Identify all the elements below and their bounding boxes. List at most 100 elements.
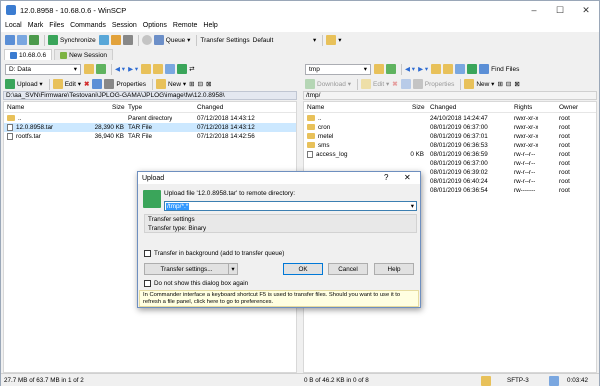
column-size[interactable]: Size [112,104,125,111]
transfer-options-dropdown[interactable]: ▾ [338,34,341,47]
f5-shortcut-hint[interactable]: In Commander interface a keyboard shortc… [139,290,419,307]
download-button[interactable]: Download ▾ [305,78,351,91]
transfer-settings-dropdown[interactable]: ▾ [228,263,238,275]
queue-button[interactable]: Queue ▾ [153,34,190,47]
parent-directory-icon[interactable] [431,64,442,74]
filter-icon[interactable] [386,64,396,74]
remote-directory-select[interactable]: tmp ▾ [305,63,371,75]
local-drive-select[interactable]: D: Data ▾ [5,63,81,75]
table-row[interactable]: metel 08/01/2019 06:37:01 rwxr-xr-x root [304,132,596,141]
menu-files[interactable]: Files [49,22,64,29]
checkbox[interactable] [144,280,151,287]
column-changed[interactable]: Changed [197,104,223,111]
dialog-close-icon[interactable]: ✕ [404,173,411,182]
tab-session-10-68-0-6[interactable]: 10.68.0.6 [4,49,53,60]
column-size[interactable]: Size [412,104,425,111]
back-icon[interactable]: ◀ ▾ [405,63,415,76]
rename-icon[interactable] [92,79,103,89]
transfer-settings-button[interactable]: Transfer settings... [144,263,229,275]
preferences-gear-icon[interactable] [141,35,152,45]
synchronize-button[interactable]: Synchronize [48,34,96,47]
help-button[interactable]: Help [374,263,414,275]
local-edit-button[interactable]: Edit ▾ [52,78,81,91]
table-row[interactable]: sms 08/01/2019 06:36:53 rwxr-xr-x root [304,141,596,150]
checkbox[interactable] [144,250,151,257]
select-plus-icon[interactable]: ⊞ [497,78,502,91]
home-icon[interactable] [165,64,176,74]
separator [460,78,462,90]
remote-new-button[interactable]: New ▾ [464,78,494,91]
maximize-button[interactable]: ☐ [547,1,573,19]
table-row[interactable]: .. Parent directory 07/12/2018 14:43:12 [4,114,296,123]
menu-options[interactable]: Options [143,22,167,29]
select-minus-icon[interactable]: ⊟ [506,78,511,91]
remote-path-bar[interactable]: /tmp/ [303,91,597,100]
filter-icon[interactable] [96,64,106,74]
table-row[interactable]: .. 24/10/2018 14:24:47 rwxr-xr-x root [304,114,596,123]
local-properties-button[interactable]: Properties [104,78,146,91]
column-owner[interactable]: Owner [559,104,578,111]
column-name[interactable]: Name [7,104,24,111]
select-minus-icon[interactable]: ⊟ [198,78,203,91]
menu-local[interactable]: Local [5,22,22,29]
terminal-icon[interactable] [29,35,39,45]
explore-icon[interactable] [17,35,27,45]
open-folder-icon[interactable] [374,64,384,74]
forward-icon[interactable]: ▶ ▾ [128,63,138,76]
delete-icon[interactable]: ✖ [84,78,89,91]
delete-icon[interactable]: ✖ [392,78,397,91]
table-row-selected[interactable]: 12.0.8958.tar 28,390 KB TAR File 07/12/2… [4,123,296,132]
find-files-button[interactable]: Find Files [479,63,519,76]
add-directory-icon[interactable] [5,35,15,45]
close-window-button[interactable]: ✕ [573,1,599,19]
menu-remote[interactable]: Remote [173,22,198,29]
tab-new-session[interactable]: New Session [54,49,114,60]
refresh-icon[interactable] [177,64,188,74]
dont-show-again-checkbox[interactable]: Do not show this dialog box again [144,280,248,287]
forward-icon[interactable]: ▶ ▾ [418,63,428,76]
sync-browse-icon[interactable]: ⇄ [189,63,194,76]
menu-help[interactable]: Help [203,22,217,29]
table-row[interactable]: rootfs.tar 36,940 KB TAR File 07/12/2018… [4,132,296,141]
refresh-icon[interactable] [467,64,478,74]
dialog-help-icon[interactable]: ? [384,173,388,182]
column-type[interactable]: Type [128,104,142,111]
table-row[interactable]: 08/01/2019 06:37:00 rw-r--r-- root [304,159,596,168]
back-icon[interactable]: ◀ ▾ [115,63,125,76]
root-directory-icon[interactable] [443,64,454,74]
chevron-down-icon[interactable]: ▾ [411,202,414,210]
home-icon[interactable] [455,64,466,74]
remote-directory-input[interactable]: /tmp/*.* ▾ [164,201,417,211]
table-row[interactable]: cron 08/01/2019 06:37:00 rwxr-xr-x root [304,123,596,132]
open-folder-icon[interactable] [84,64,94,74]
cancel-button[interactable]: Cancel [328,263,368,275]
console-icon[interactable] [122,35,133,45]
remote-edit-button[interactable]: Edit ▾ [361,78,389,91]
background-transfer-checkbox[interactable]: Transfer in background (add to transfer … [144,250,284,257]
transfer-settings-preset[interactable]: Default ▾ [253,34,317,47]
parent-directory-icon[interactable] [141,64,152,74]
ok-button[interactable]: OK [283,263,323,275]
menu-mark[interactable]: Mark [28,22,44,29]
table-row[interactable]: access_log 0 KB 08/01/2019 06:36:59 rw-r--r… [304,150,596,159]
separator [137,34,139,46]
invert-selection-icon[interactable]: ⊠ [206,78,211,91]
find-icon[interactable] [110,35,121,45]
root-directory-icon[interactable] [153,64,164,74]
invert-selection-icon[interactable]: ⊠ [514,78,519,91]
minimize-button[interactable]: – [521,1,547,19]
select-plus-icon[interactable]: ⊞ [189,78,194,91]
upload-dialog-icon [143,190,161,208]
column-rights[interactable]: Rights [514,104,532,111]
upload-button[interactable]: Upload ▾ [5,78,43,91]
compare-icon[interactable] [98,35,109,45]
local-path-bar[interactable]: D:\aa_SVN\Firmware\Testovani\JPLOG-GAMA\… [3,91,297,100]
menu-session[interactable]: Session [112,22,137,29]
column-changed[interactable]: Changed [430,104,456,111]
menu-commands[interactable]: Commands [70,22,106,29]
local-new-button[interactable]: New ▾ [156,78,186,91]
remote-properties-button[interactable]: Properties [412,78,454,91]
transfer-options-icon[interactable] [326,35,337,45]
rename-icon[interactable] [400,79,411,89]
column-name[interactable]: Name [307,104,324,111]
